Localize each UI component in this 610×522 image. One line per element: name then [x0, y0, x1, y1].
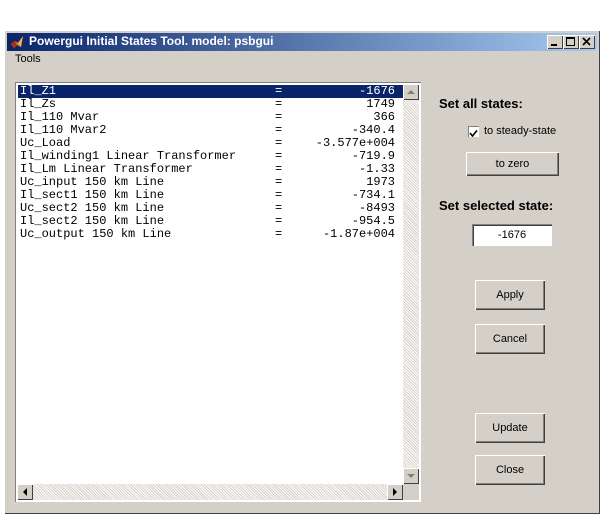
close-button[interactable]: Close	[475, 455, 545, 485]
menu-tools[interactable]: Tools	[15, 53, 41, 65]
initial-states-window: Powergui Initial States Tool. model: psb…	[4, 30, 600, 514]
vertical-scrollbar[interactable]	[403, 84, 419, 484]
maximize-icon	[566, 37, 575, 46]
state-row[interactable]: Il_Z1 = -1676	[18, 85, 403, 98]
minimize-button[interactable]	[547, 35, 563, 49]
close-window-button[interactable]	[579, 35, 595, 49]
arrow-down-icon	[407, 474, 415, 478]
steady-state-checkbox[interactable]	[468, 126, 479, 138]
maximize-button[interactable]	[563, 35, 579, 49]
scroll-left-button[interactable]	[17, 484, 33, 500]
state-name: Uc_output 150 km Line	[20, 227, 172, 241]
scroll-right-button[interactable]	[387, 484, 403, 500]
apply-button[interactable]: Apply	[475, 280, 545, 310]
window-title: Powergui Initial States Tool. model: psb…	[29, 34, 274, 48]
arrow-left-icon	[23, 488, 27, 496]
state-row[interactable]: Uc_output 150 km Line = -1.87e+004	[18, 228, 403, 241]
scrollbar-corner	[403, 484, 419, 500]
set-selected-state-label: Set selected state:	[439, 198, 554, 213]
states-listbox[interactable]: Il_Z1 = -1676 Il_Zs = 1749 Il_110 Mvar = 366 Il_1…	[15, 82, 421, 502]
arrow-right-icon	[393, 488, 397, 496]
scroll-up-button[interactable]	[403, 84, 419, 100]
set-all-states-label: Set all states:	[439, 96, 523, 111]
state-equals: =	[275, 227, 283, 241]
steady-state-label: to steady-state	[484, 125, 557, 137]
matlab-logo-icon	[11, 36, 23, 48]
selected-state-value-input[interactable]	[472, 224, 552, 246]
title-bar[interactable]: Powergui Initial States Tool. model: psb…	[7, 33, 597, 51]
horizontal-scrollbar[interactable]	[17, 484, 403, 500]
update-button[interactable]: Update	[475, 413, 545, 443]
scroll-down-button[interactable]	[403, 468, 419, 484]
checkmark-icon	[469, 129, 478, 138]
to-zero-button[interactable]: to zero	[466, 152, 559, 176]
close-icon	[582, 37, 591, 46]
cancel-button[interactable]: Cancel	[475, 324, 545, 354]
arrow-up-icon	[407, 90, 415, 94]
state-value: -1.87e+004	[322, 227, 395, 241]
minimize-icon	[551, 44, 557, 46]
